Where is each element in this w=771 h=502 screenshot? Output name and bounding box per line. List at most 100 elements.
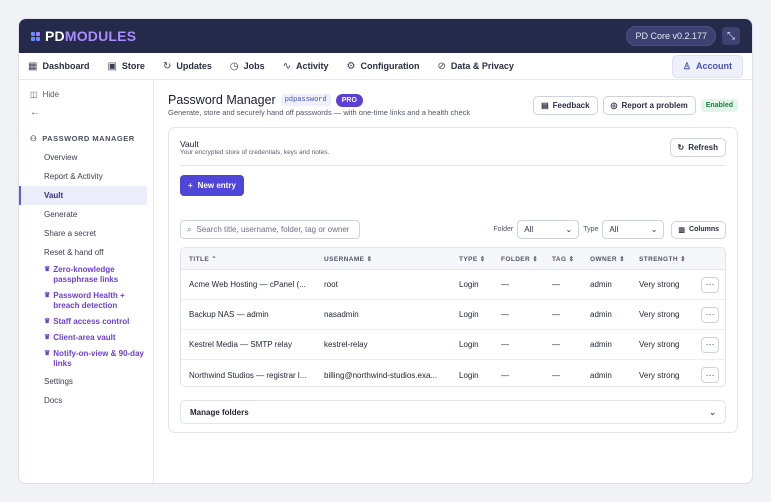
section-label: PASSWORD MANAGER: [42, 134, 135, 143]
search-placeholder: Search title, username, folder, tag or o…: [196, 225, 350, 234]
page-subtitle: Generate, store and securely hand off pa…: [168, 108, 471, 117]
nav-store[interactable]: ▣ Store: [107, 61, 144, 72]
folder-select-value: All: [524, 225, 534, 234]
cell-folder: —: [501, 310, 509, 319]
more-options-icon[interactable]: ⋯: [701, 306, 719, 323]
columns-button[interactable]: ▥ Columns: [671, 220, 726, 239]
new-entry-label: New entry: [197, 181, 236, 190]
column-header-label: FOLDER: [501, 255, 531, 263]
cell-username: billing@northwind-studios.exa...: [324, 370, 438, 380]
crown-icon: ♛: [44, 334, 51, 341]
help-circle-icon: ◎: [610, 101, 618, 110]
sidebar-item-generate[interactable]: Generate: [19, 205, 153, 224]
sort-icon: ⇕: [532, 255, 539, 263]
version-badge: PD Core v0.2.177: [626, 26, 716, 46]
chevron-down-icon: ⌄: [709, 407, 716, 417]
row-actions: ⋯: [693, 336, 723, 353]
cell-tag: —: [552, 280, 560, 289]
cell-type: Login: [459, 310, 479, 319]
pro-badge: PRO: [335, 93, 363, 107]
sort-icon: ⇕: [366, 255, 373, 263]
refresh-button[interactable]: ↻ Refresh: [669, 138, 726, 157]
cell-username: kestrel-relay: [324, 340, 368, 349]
type-select[interactable]: All ⌄: [602, 220, 665, 239]
nav-dashboard[interactable]: ▦ Dashboard: [28, 61, 89, 72]
more-options-icon[interactable]: ⋯: [701, 276, 719, 293]
column-header-strength[interactable]: STRENGTH ⇕: [631, 255, 693, 263]
column-header-title[interactable]: TITLE ⌃: [181, 255, 316, 263]
column-header-label: TYPE: [459, 255, 478, 263]
hide-sidebar-button[interactable]: ◫ Hide: [19, 81, 153, 99]
nav-label: Activity: [295, 61, 329, 71]
table-row[interactable]: Kestrel Media — SMTP relay kestrel-relay L…: [181, 330, 725, 360]
sidebar-section-title: ⚇ PASSWORD MANAGER: [19, 118, 153, 143]
app-window: PD MODULES PD Core v0.2.177 ⤡ ▦ Dashboard …: [18, 18, 753, 484]
cell-type: Login: [459, 340, 479, 349]
column-header-owner[interactable]: OWNER ⇕: [582, 255, 631, 263]
new-entry-button[interactable]: + New entry: [180, 175, 244, 196]
nav-label: Dashboard: [42, 61, 90, 71]
table-row[interactable]: Acme Web Hosting — cPanel (... root Login —…: [181, 270, 725, 300]
column-header-folder[interactable]: FOLDER ⇕: [493, 255, 544, 263]
table-row[interactable]: Northwind Studios — registrar l... billin…: [181, 360, 725, 386]
sidebar-item-notify-on-view[interactable]: ♛ Notify-on-view & 90-day links: [19, 346, 153, 372]
logo-icon: [31, 31, 40, 41]
more-options-icon[interactable]: ⋯: [701, 336, 719, 353]
nav-activity[interactable]: ∿ Activity: [283, 61, 329, 72]
page-title-row: Password Manager pdpassword PRO: [168, 93, 363, 107]
sidebar-item-zero-knowledge[interactable]: ♛ Zero-knowledge passphrase links: [19, 262, 153, 288]
cell-username: nasadmin: [324, 310, 359, 319]
refresh-label: Refresh: [688, 143, 718, 152]
nav-jobs[interactable]: ◷ Jobs: [230, 61, 265, 72]
folder-filter-label: Folder: [493, 226, 514, 233]
sidebar-item-client-area-vault[interactable]: ♛ Client-area vault: [19, 330, 153, 346]
more-options-icon[interactable]: ⋯: [701, 367, 719, 383]
sidebar-item-docs[interactable]: Docs: [19, 391, 153, 410]
logo-text-pd: PD: [45, 28, 65, 44]
back-arrow-icon[interactable]: ←: [19, 99, 153, 118]
search-input[interactable]: ⌕ Search title, username, folder, tag or …: [180, 220, 360, 239]
feedback-button[interactable]: ▤ Feedback: [533, 96, 598, 115]
account-button[interactable]: ♙ Account: [671, 54, 743, 78]
column-header-type[interactable]: TYPE ⇕: [451, 255, 493, 263]
row-actions: ⋯: [693, 367, 723, 383]
sidebar-item-report-activity[interactable]: Report & Activity: [19, 167, 153, 186]
main-nav: ▦ Dashboard ▣ Store ↻ Updates ◷ Jobs ∿ Activi…: [19, 53, 752, 80]
account-label: Account: [696, 61, 732, 71]
nav-label: Jobs: [243, 61, 265, 71]
sidebar-item-reset-hand-off[interactable]: Reset & hand off: [19, 243, 153, 262]
logo[interactable]: PD MODULES: [31, 28, 136, 44]
vault-card: Vault Your encrypted store of credential…: [168, 127, 738, 433]
sidebar-item-share-secret[interactable]: Share a secret: [19, 224, 153, 243]
sidebar-toggle-icon: ◫: [30, 90, 38, 99]
page-title: Password Manager: [168, 93, 276, 107]
crown-icon: ♛: [44, 266, 51, 273]
crown-icon: ♛: [44, 318, 51, 325]
column-header-username[interactable]: USERNAME ⇕: [316, 255, 451, 263]
sidebar-item-settings[interactable]: Settings: [19, 372, 153, 391]
vault-subtitle: Your encrypted store of credentials, key…: [180, 149, 330, 156]
cell-owner: admin: [590, 370, 612, 380]
nav-updates[interactable]: ↻ Updates: [163, 61, 212, 72]
column-header-tag[interactable]: TAG ⇕: [544, 255, 582, 263]
key-group-icon: ⚇: [30, 134, 38, 143]
type-select-value: All: [609, 225, 619, 234]
folder-select[interactable]: All ⌄: [517, 220, 580, 239]
chat-icon: ▤: [541, 101, 549, 110]
manage-folders-toggle[interactable]: Manage folders ⌄: [180, 400, 726, 424]
collapse-icon[interactable]: ⤡: [722, 27, 740, 45]
filters: Folder All ⌄ Type All ⌄ ▥ Columns: [493, 220, 726, 239]
nav-configuration[interactable]: ⚙ Configuration: [347, 61, 420, 72]
cell-folder: —: [501, 280, 509, 289]
table-row[interactable]: Backup NAS — admin nasadmin Login — — admin Ve…: [181, 300, 725, 330]
cell-folder: —: [501, 370, 509, 380]
sidebar-item-password-health[interactable]: ♛ Password Health + breach detection: [19, 288, 153, 314]
cell-strength: Very strong: [639, 310, 680, 319]
report-problem-button[interactable]: ◎ Report a problem: [602, 96, 696, 115]
sidebar-item-overview[interactable]: Overview: [19, 148, 153, 167]
nav-data-privacy[interactable]: ⊘ Data & Privacy: [437, 61, 513, 72]
sidebar-item-staff-access[interactable]: ♛ Staff access control: [19, 314, 153, 330]
cell-type: Login: [459, 370, 479, 380]
refresh-icon: ↻: [162, 60, 172, 72]
sidebar-item-vault[interactable]: Vault: [19, 186, 147, 205]
